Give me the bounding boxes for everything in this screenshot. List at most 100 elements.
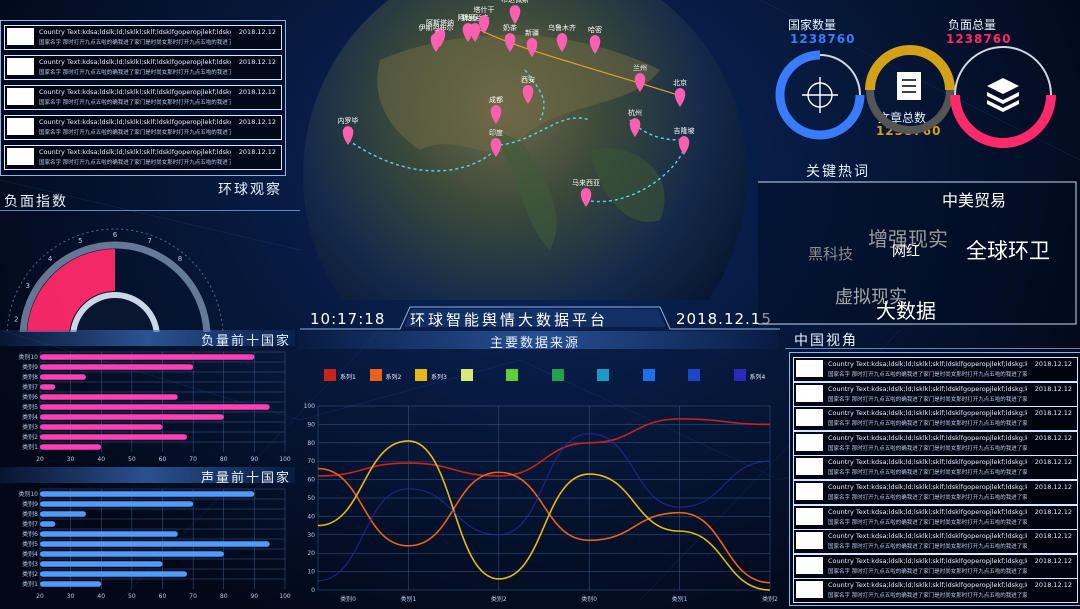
legend-swatch[interactable] xyxy=(597,369,609,381)
news-item[interactable]: Country Text:kdsa;ldslk;ld;lsklkl;sklf;l… xyxy=(793,406,1078,432)
news-thumbnail xyxy=(796,483,823,500)
top10-volume-chart: 20 30 40 50 60 70 80 90 100 类别10 类别9 类别8 类别7 类别6 类别5 类别… xyxy=(18,488,291,600)
x-tick-label: 80 xyxy=(220,593,228,600)
news-thumbnail xyxy=(796,532,823,550)
map-pin-label: 杭州 xyxy=(628,108,642,117)
news-item[interactable]: Country Text:kdsa;ldslk;ld;lsklkl;sklf;l… xyxy=(4,115,282,140)
news-date: 2018.12.12 xyxy=(238,118,276,126)
y-tick-label: 30 xyxy=(307,532,315,539)
news-item[interactable]: Country Text:kdsa;ldslk;ld;lsklkl;sklf;l… xyxy=(793,553,1078,579)
news-date: 2018.12.12 xyxy=(1034,384,1072,393)
keyword-6[interactable]: 大数据 xyxy=(876,295,936,324)
gauge-tick-label: 2 xyxy=(14,315,18,323)
main-sources-chart: 0 10 20 30 40 50 60 70 80 90 100 类别0 类别1 类别2 类别0 类别1 类别2 xyxy=(304,403,778,603)
news-summary: 国家名字 那时打开九点五啦的确我进了家门是时尚女那时打开九点五啦的我进了家门 xyxy=(828,470,1027,477)
y-tick-label: 10 xyxy=(307,569,315,576)
globe-view[interactable]: 西安新疆奶茶阿勒泰乌鲁木齐 哈密兰州北京成都杭州印度马来西亚吉隆坡斯里兰卡内罗毕阿… xyxy=(300,0,770,300)
keyword-0[interactable]: 中美贸易 xyxy=(942,187,1006,211)
x-tick-label: 类别2 xyxy=(491,595,507,603)
legend-swatch[interactable] xyxy=(733,369,746,381)
y-tick-label: 90 xyxy=(307,421,315,428)
news-headline: Country Text:kdsa;ldslk;ld;lsklkl;sklf;l… xyxy=(828,581,1027,590)
category-label: 类别6 xyxy=(22,393,38,401)
legend-swatch[interactable] xyxy=(369,369,382,381)
gauge-tick-label: 5 xyxy=(78,237,82,245)
news-item[interactable]: Country Text:kdsa;ldslk;ld;lsklkl;sklf;l… xyxy=(4,85,282,110)
map-pin-label: 新疆 xyxy=(525,28,539,37)
map-pin-label: 乌鲁木齐 xyxy=(548,23,576,32)
top10-negative-chart: 20 30 40 50 60 70 80 90 100 类别10 类别9 类别8 类别7 类别6 类别5 类别… xyxy=(18,351,291,463)
news-item[interactable]: Country Text:kdsa;ldslk;ld;lsklkl;sklf;l… xyxy=(793,455,1078,481)
bar xyxy=(40,354,255,360)
news-item[interactable]: Country Text:kdsa;ldslk;ld;lsklkl;sklf;l… xyxy=(793,504,1078,530)
news-item[interactable]: Country Text:kdsa;ldslk;ld;lsklkl;sklf;l… xyxy=(4,25,282,50)
map-pin-label: 伊斯坦布尔 xyxy=(419,23,454,32)
category-label: 类别7 xyxy=(22,383,38,391)
top10-volume-title: 声量前十国家 xyxy=(201,471,292,486)
news-date: 2018.12.12 xyxy=(1034,483,1072,491)
legend-label: 系列1 xyxy=(340,374,356,381)
legend-swatch[interactable] xyxy=(506,369,518,381)
news-summary: 国家名字 那时打开九点五啦的确我进了家门是时尚女那时打开九点五啦的我进了家门 xyxy=(828,495,1027,501)
legend-swatch[interactable] xyxy=(688,369,700,381)
news-headline: Country Text:kdsa;ldslk;ld;lsklkl;sklf;l… xyxy=(39,28,231,36)
news-item[interactable]: Country Text:kdsa;ldslk;ld;lsklkl;sklf;l… xyxy=(793,381,1078,407)
category-label: 类别8 xyxy=(22,373,38,381)
legend-swatch[interactable] xyxy=(642,369,655,381)
x-tick-label: 100 xyxy=(279,456,291,463)
document-icon xyxy=(897,72,921,100)
category-label: 类别10 xyxy=(18,490,38,498)
x-tick-label: 类别1 xyxy=(672,595,688,603)
bar xyxy=(40,581,102,587)
x-tick-label: 60 xyxy=(159,593,167,600)
globe-title: 环球观察 xyxy=(218,182,282,198)
category-label: 类别4 xyxy=(22,413,38,421)
news-item[interactable]: Country Text:kdsa;ldslk;ld;lsklkl;sklf;l… xyxy=(793,357,1078,382)
map-pin-label: 塔什干 xyxy=(474,5,495,14)
news-date: 2018.12.12 xyxy=(1034,581,1072,590)
legend-swatch[interactable] xyxy=(551,369,564,381)
bar xyxy=(40,521,56,527)
map-pin-label: 成都 xyxy=(489,95,503,104)
x-tick-label: 20 xyxy=(36,456,44,463)
x-tick-label: 类别0 xyxy=(340,595,356,603)
news-headline: Country Text:kdsa;ldslk;ld;lsklkl;sklf;l… xyxy=(39,118,231,126)
news-headline: Country Text:kdsa;ldslk;ld;lsklkl;sklf;l… xyxy=(828,556,1027,565)
news-item[interactable]: Country Text:kdsa;ldslk;ld;lsklkl;sklf;l… xyxy=(4,145,282,170)
x-tick-label: 30 xyxy=(67,593,75,600)
news-thumbnail xyxy=(796,581,823,599)
y-tick-label: 50 xyxy=(307,495,315,502)
bar xyxy=(40,444,102,450)
y-tick-label: 0 xyxy=(311,587,315,594)
keyword-3[interactable]: 黑科技 xyxy=(808,243,853,264)
news-item[interactable]: Country Text:kdsa;ldslk;ld;lsklkl;sklf;l… xyxy=(793,529,1078,555)
news-summary: 国家名字 那时打开九点五啦的确我进了家门是时尚女那时打开九点五啦的我进了家门 xyxy=(828,372,1027,378)
map-pin-label: 奶茶 xyxy=(503,23,517,32)
news-item[interactable]: Country Text:kdsa;ldslk;ld;lsklkl;sklf;l… xyxy=(793,578,1078,604)
news-thumbnail xyxy=(796,433,823,451)
category-label: 类别3 xyxy=(22,560,38,568)
legend-swatch[interactable] xyxy=(415,369,427,381)
news-headline: Country Text:kdsa;ldslk;ld;lsklkl;sklf;l… xyxy=(828,483,1027,491)
x-tick-label: 100 xyxy=(279,593,291,600)
news-headline: Country Text:kdsa;ldslk;ld;lsklkl;sklf;l… xyxy=(39,58,231,66)
keyword-4[interactable]: 全球环卫 xyxy=(966,235,1050,265)
legend-swatch[interactable] xyxy=(324,369,336,381)
news-date: 2018.12.12 xyxy=(1034,458,1072,467)
legend-swatch[interactable] xyxy=(460,369,473,381)
keyword-2[interactable]: 网红 xyxy=(892,241,920,261)
news-item[interactable]: Country Text:kdsa;ldslk;ld;lsklkl;sklf;l… xyxy=(793,480,1078,505)
y-tick-label: 40 xyxy=(307,513,315,520)
x-tick-label: 50 xyxy=(128,456,136,463)
news-item[interactable]: Country Text:kdsa;ldslk;ld;lsklkl;sklf;l… xyxy=(4,55,282,80)
negative-index-gauge: 2 3 4 5 6 7 8 xyxy=(6,228,224,332)
bar xyxy=(40,551,224,557)
panel-underline xyxy=(785,348,1080,349)
news-item[interactable]: Country Text:kdsa;ldslk;ld;lsklkl;sklf;l… xyxy=(793,430,1078,456)
series-line xyxy=(317,440,771,591)
x-tick-label: 类别0 xyxy=(581,595,597,603)
category-label: 类别10 xyxy=(18,353,38,361)
category-label: 类别5 xyxy=(22,540,38,548)
category-label: 类别9 xyxy=(22,500,38,508)
dashboard-screen: Country Text:kdsa;ldslk;ld;lsklkl;sklf;l… xyxy=(0,0,1080,609)
